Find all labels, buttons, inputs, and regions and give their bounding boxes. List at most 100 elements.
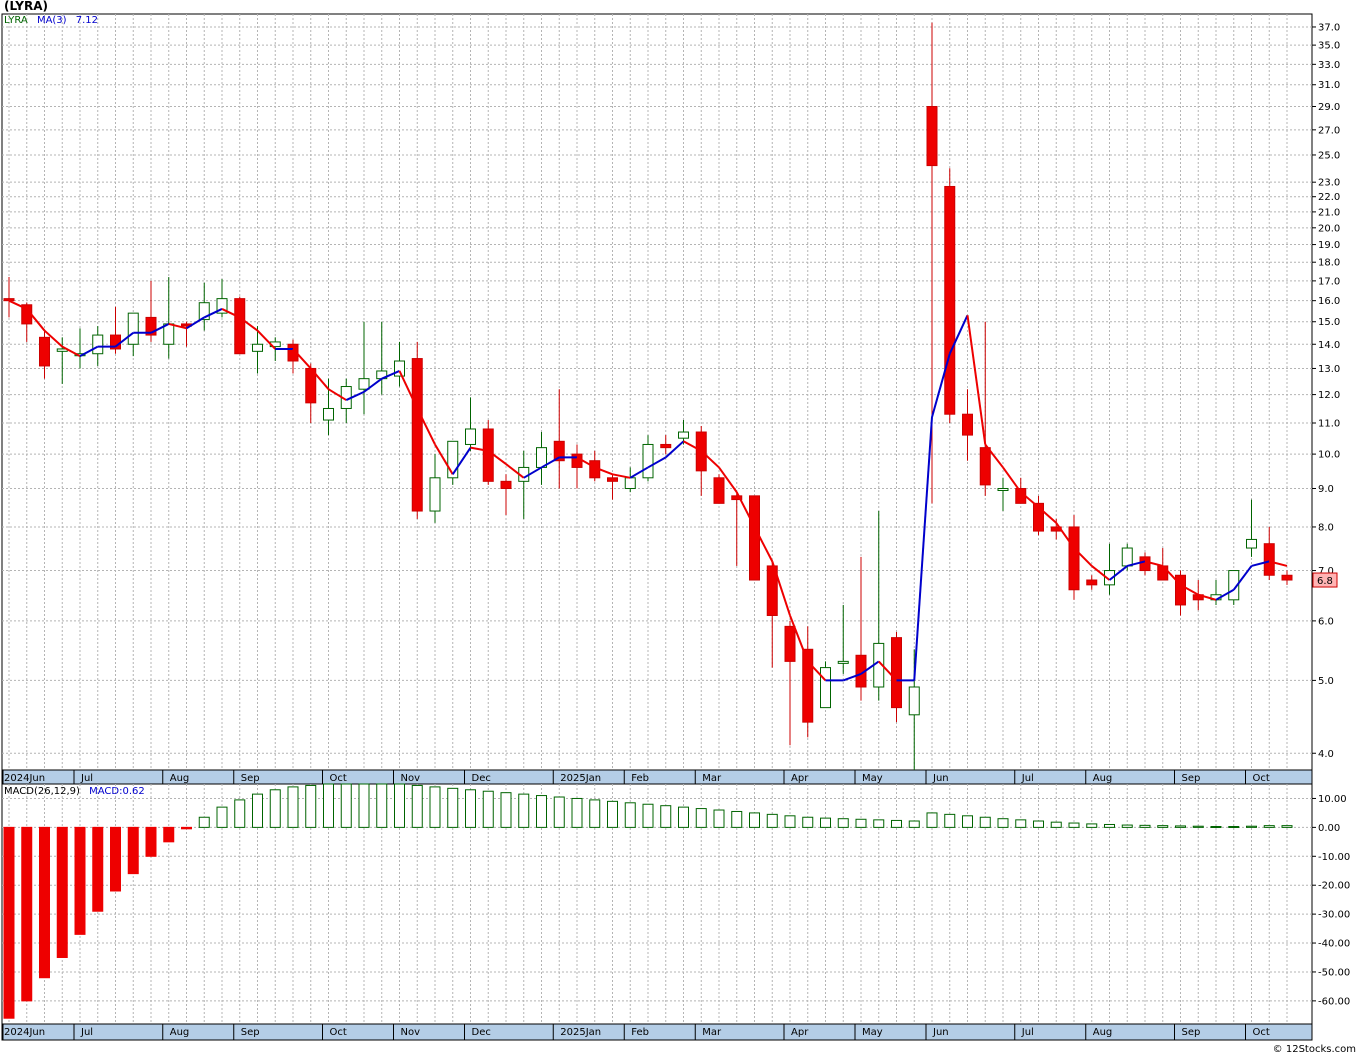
macd-bar	[802, 816, 814, 828]
macd-bar	[891, 819, 902, 828]
candle-body	[571, 453, 583, 468]
legend-ma-value: 7.12	[75, 15, 99, 26]
macd-bar	[979, 816, 991, 828]
month-label: May	[862, 773, 883, 784]
candle-body	[500, 480, 512, 490]
macd-bar	[74, 826, 86, 935]
month-label: Sep	[241, 773, 260, 784]
candle-body	[447, 440, 459, 479]
macd-bar	[749, 812, 760, 828]
macd-bar	[252, 793, 263, 828]
month-label-lower: Aug	[170, 1027, 190, 1038]
month-label: Sep	[1182, 773, 1201, 784]
candle-body	[944, 185, 956, 415]
candle-body	[962, 413, 973, 436]
y-tick-label: 27.0	[1318, 125, 1340, 136]
month-label-lower: Jul	[80, 1027, 93, 1038]
candle-body	[127, 312, 139, 345]
macd-bar	[713, 809, 725, 828]
y-tick-label: 21.0	[1318, 207, 1340, 218]
macd-bar	[145, 826, 157, 857]
month-label: Oct	[330, 773, 347, 784]
macd-bar	[518, 793, 530, 828]
y-tick-label: 33.0	[1318, 60, 1340, 71]
y-tick-label: 11.0	[1318, 418, 1340, 429]
last-price-tag-text: 6.8	[1317, 576, 1333, 587]
month-label-lower: 2025Jan	[560, 1027, 601, 1038]
month-label: Jul	[80, 773, 93, 784]
macd-bar	[908, 820, 920, 828]
macd-bar	[536, 795, 547, 828]
macd-y-tick-label: -20.00	[1318, 881, 1350, 892]
stock-chart: 4.05.06.07.08.09.010.011.012.013.014.015…	[1, 13, 1350, 1041]
candle-body	[163, 323, 175, 345]
macd-bar	[837, 818, 849, 828]
month-label-lower: Sep	[1182, 1027, 1201, 1038]
macd-bar	[1139, 824, 1151, 828]
y-tick-label: 16.0	[1318, 296, 1340, 307]
candle-body	[979, 447, 991, 486]
macd-bar	[1210, 826, 1222, 829]
macd-bar	[394, 783, 405, 828]
candle-body	[891, 637, 902, 709]
macd-y-tick-label: -30.00	[1318, 910, 1350, 921]
y-tick-label: 29.0	[1318, 102, 1340, 113]
macd-bar	[1175, 825, 1186, 828]
month-label: 2025Jan	[560, 773, 601, 784]
macd-y-tick-label: -50.00	[1318, 967, 1350, 978]
month-label-lower: Mar	[702, 1027, 722, 1038]
y-tick-label: 15.0	[1318, 317, 1340, 328]
month-label: Aug	[1093, 773, 1113, 784]
month-label-lower: Aug	[1093, 1027, 1113, 1038]
legend-symbol: LYRA	[4, 15, 28, 26]
macd-bar	[127, 826, 139, 875]
macd-bar	[695, 808, 707, 828]
y-tick-label: 8.0	[1318, 522, 1334, 533]
macd-bar	[482, 790, 494, 828]
macd-y-tick-label: -60.00	[1318, 996, 1350, 1007]
macd-y-tick-label: -40.00	[1318, 939, 1350, 950]
month-label-lower: Jun	[932, 1027, 949, 1038]
macd-legend: MACD(26,12,9) MACD:0.62	[4, 786, 151, 797]
macd-y-tick-label: -10.00	[1318, 852, 1350, 863]
macd-bar	[589, 799, 601, 828]
y-tick-label: 17.0	[1318, 276, 1340, 287]
month-label-lower: Sep	[241, 1027, 260, 1038]
price-panel	[1, 13, 1313, 771]
macd-bar	[465, 789, 476, 828]
legend-ma-label: MA(3)	[36, 15, 67, 26]
candle-body	[482, 428, 494, 482]
macd-bar	[21, 826, 33, 1002]
macd-bar	[56, 826, 68, 958]
macd-bar	[39, 826, 50, 979]
y-tick-label: 37.0	[1318, 22, 1340, 33]
macd-bar	[110, 826, 121, 892]
macd-bar	[269, 789, 281, 828]
month-label: Aug	[170, 773, 190, 784]
macd-bar	[571, 797, 583, 828]
y-tick-label: 19.0	[1318, 240, 1340, 251]
macd-bar	[1157, 825, 1169, 828]
candle-body	[358, 378, 370, 390]
month-axis-band	[1, 769, 1313, 785]
macd-bar	[340, 783, 352, 828]
month-label: Jul	[1021, 773, 1034, 784]
macd-bar	[92, 826, 104, 912]
macd-bar	[376, 783, 388, 828]
month-label: 2024Jun	[4, 773, 45, 784]
macd-bar	[1068, 822, 1080, 828]
macd-bar	[926, 812, 938, 828]
month-label: Apr	[791, 773, 809, 784]
candle-body	[411, 358, 423, 512]
candle-body	[1263, 543, 1275, 576]
macd-bar	[553, 796, 565, 828]
candle-body	[1246, 538, 1257, 549]
macd-bar	[1086, 823, 1098, 828]
macd-bar	[855, 818, 867, 828]
macd-bar	[163, 826, 175, 843]
candle-body	[607, 477, 618, 482]
macd-bar	[1015, 819, 1027, 828]
candle-body	[252, 343, 263, 352]
macd-bar	[766, 813, 778, 828]
month-label-lower: Oct	[1253, 1027, 1270, 1038]
